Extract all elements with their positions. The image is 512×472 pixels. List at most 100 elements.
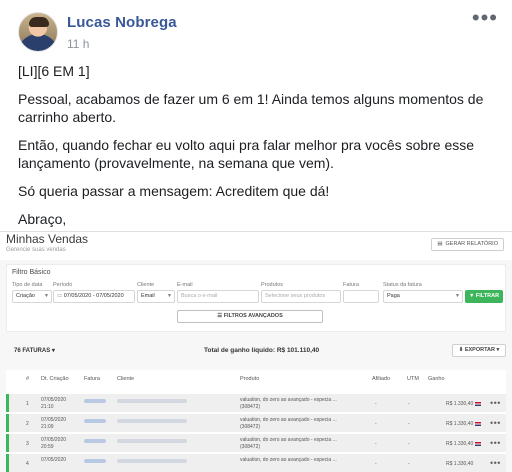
row-number: 4: [26, 461, 29, 467]
column-header: Afiliado: [372, 376, 391, 382]
sales-summary: 76 FATURAS ▾ Total de ganho líquido: R$ …: [6, 342, 506, 362]
row-options-icon: •••: [490, 438, 501, 448]
row-product: valuation, do zero ao avançado - especia…: [240, 417, 337, 423]
row-time: 21:10: [41, 404, 54, 410]
export-label: EXPORTAR: [464, 347, 495, 353]
generate-report-label: GERAR RELATÓRIO: [445, 241, 498, 247]
post-paragraph: Só queria passar a mensagem: Acreditem q…: [18, 183, 330, 199]
author-block: Lucas Nobrega 11 h: [67, 12, 177, 52]
row-number: 2: [26, 421, 29, 427]
date-type-label: Tipo de data: [12, 282, 43, 288]
row-options-icon: •••: [490, 398, 501, 408]
row-product-code: (308472): [240, 404, 261, 410]
client-label: Cliente: [137, 282, 155, 288]
row-gain: R$ 1.330,40: [446, 461, 474, 467]
invoice-status-value: Paga: [387, 293, 400, 299]
period-label: Período: [53, 282, 73, 288]
invoice-id-redacted: [84, 459, 106, 465]
row-affiliate: -: [375, 401, 377, 407]
filter-button-label: FILTRAR: [475, 293, 500, 299]
post-timestamp[interactable]: 11 h: [67, 36, 177, 52]
dashboard-header: Minhas Vendas Gerencie suas vendas ▤ GER…: [0, 232, 512, 260]
facebook-post: Lucas Nobrega 11 h ••• [LI][6 EM 1] Pess…: [0, 0, 512, 232]
row-number: 3: [26, 441, 29, 447]
row-product: valuation, do zero ao avançado - especia…: [240, 437, 337, 443]
row-affiliate: -: [375, 461, 377, 467]
date-type-select: Criação ▼: [12, 290, 52, 303]
column-header: UTM: [407, 376, 419, 382]
email-label: E-mail: [177, 282, 193, 288]
invoice-input: [343, 290, 379, 303]
author-avatar[interactable]: [18, 12, 58, 52]
row-product: valuation, do zero ao avançado - especia…: [240, 457, 337, 463]
invoice-status-select: Paga ▼: [383, 290, 463, 303]
table-row: 1 07/05/2020 21:10 valuation, do zero ao…: [6, 394, 506, 412]
card-icon: [475, 441, 481, 447]
author-name[interactable]: Lucas Nobrega: [67, 13, 177, 33]
sales-dashboard-image[interactable]: Minhas Vendas Gerencie suas vendas ▤ GER…: [0, 232, 512, 472]
net-total: Total de ganho líquido: R$ 101.110,40: [204, 347, 319, 354]
row-product-code: (308472): [240, 444, 261, 450]
card-icon: [475, 421, 481, 427]
row-date: 07/05/2020: [41, 457, 67, 463]
generate-report-button: ▤ GERAR RELATÓRIO: [431, 238, 504, 251]
client-redacted: [117, 419, 187, 425]
row-time: 21:09: [41, 424, 54, 430]
client-redacted: [117, 399, 187, 405]
advanced-filters-button: ☰ FILTROS AVANÇADOS: [177, 310, 323, 323]
row-options-icon: •••: [490, 458, 501, 468]
row-time: 20:59: [41, 444, 54, 450]
chevron-down-icon: ▾: [51, 348, 55, 354]
period-value: 07/05/2020 - 07/05/2020: [63, 293, 124, 299]
row-date: 07/05/2020: [41, 417, 67, 423]
column-header: Dt. Criação: [41, 376, 69, 382]
card-icon: [475, 401, 481, 407]
invoice-count: 76 FATURAS ▾: [14, 347, 55, 354]
invoice-id-redacted: [84, 419, 106, 425]
report-icon: ▤: [437, 241, 443, 247]
column-header: Ganho: [428, 376, 445, 382]
row-utm: -: [408, 461, 410, 467]
client-redacted: [117, 459, 187, 465]
filter-icon: ▼: [468, 293, 476, 299]
post-paragraph: [LI][6 EM 1]: [18, 63, 90, 79]
client-select: Email ▼: [137, 290, 175, 303]
post-options-icon[interactable]: •••: [472, 7, 498, 29]
chevron-down-icon: ▼: [44, 293, 49, 299]
products-select: Selecione seus produtos: [261, 290, 341, 303]
sales-table: # Dt. Criação Fatura Cliente Produto Afi…: [6, 370, 506, 472]
table-header: # Dt. Criação Fatura Cliente Produto Afi…: [6, 376, 506, 388]
dashboard-title: Minhas Vendas: [6, 232, 89, 246]
table-row: 2 07/05/2020 21:09 valuation, do zero ao…: [6, 414, 506, 432]
export-button: ⬇ EXPORTAR ▾: [452, 344, 506, 357]
row-product: valuation, do zero ao avançado - especia…: [240, 397, 337, 403]
chevron-down-icon: ▼: [167, 293, 172, 299]
row-affiliate: -: [375, 421, 377, 427]
chevron-down-icon: ▼: [455, 293, 460, 299]
client-redacted: [117, 439, 187, 445]
email-input: Busca o e-mail: [177, 290, 259, 303]
row-gain: R$ 1.330,40: [446, 421, 474, 427]
client-value: Email: [141, 293, 155, 299]
row-utm: -: [408, 401, 410, 407]
invoice-id-redacted: [84, 439, 106, 445]
post-paragraph: Pessoal, acabamos de fazer um 6 em 1! Ai…: [18, 91, 484, 125]
post-paragraph: Abraço,: [18, 211, 67, 227]
row-date: 07/05/2020: [41, 397, 67, 403]
invoice-label: Fatura: [343, 282, 359, 288]
row-date: 07/05/2020: [41, 437, 67, 443]
row-options-icon: •••: [490, 418, 501, 428]
filter-title: Filtro Básico: [12, 269, 51, 276]
row-gain: R$ 1.330,40: [446, 441, 474, 447]
column-header: Cliente: [117, 376, 135, 382]
post-body: [LI][6 EM 1] Pessoal, acabamos de fazer …: [18, 62, 496, 238]
invoice-count-label: 76 FATURAS: [14, 348, 51, 354]
products-label: Produtos: [261, 282, 284, 288]
row-affiliate: -: [375, 441, 377, 447]
net-total-label: Total de ganho líquido:: [204, 347, 276, 354]
invoice-id-redacted: [84, 399, 106, 405]
date-type-value: Criação: [16, 293, 35, 299]
table-row: 4 07/05/2020 valuation, do zero ao avanç…: [6, 454, 506, 472]
dashboard-subtitle: Gerencie suas vendas: [6, 247, 66, 253]
post-header: Lucas Nobrega 11 h: [18, 12, 177, 52]
